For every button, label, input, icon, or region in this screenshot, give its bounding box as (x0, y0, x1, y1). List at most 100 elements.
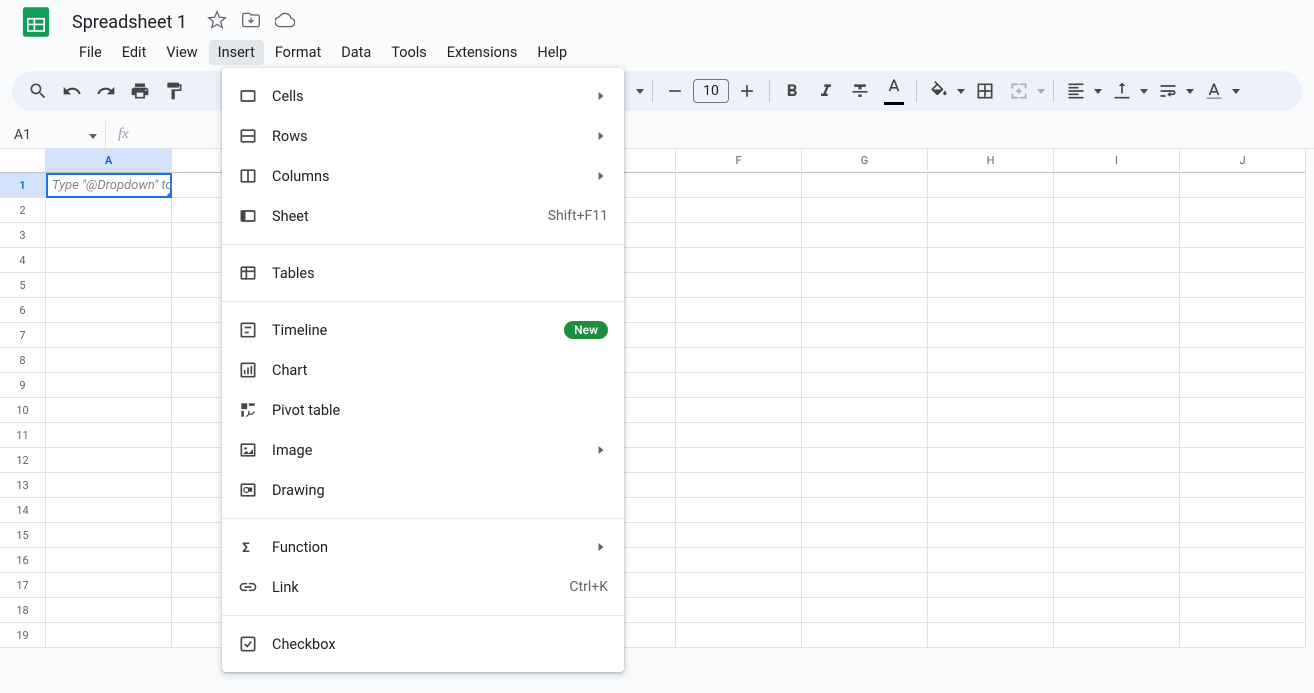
col-header-H[interactable]: H (928, 149, 1054, 173)
cell-I3[interactable] (1054, 223, 1180, 248)
insert-menu-drawing[interactable]: Drawing (222, 470, 624, 510)
italic-button[interactable] (810, 75, 842, 107)
cell-J2[interactable] (1180, 198, 1306, 223)
cell-I8[interactable] (1054, 348, 1180, 373)
cell-I16[interactable] (1054, 548, 1180, 573)
cell-I15[interactable] (1054, 523, 1180, 548)
cell-I7[interactable] (1054, 323, 1180, 348)
font-dropdown-arrow-icon[interactable] (634, 89, 646, 94)
cell-A3[interactable] (46, 223, 172, 248)
cell-A16[interactable] (46, 548, 172, 573)
cell-I11[interactable] (1054, 423, 1180, 448)
cell-G19[interactable] (802, 623, 928, 648)
cell-J1[interactable] (1180, 173, 1306, 198)
cell-G13[interactable] (802, 473, 928, 498)
cell-A17[interactable] (46, 573, 172, 598)
cell-F10[interactable] (676, 398, 802, 423)
insert-menu-tables[interactable]: Tables (222, 253, 624, 293)
cell-F1[interactable] (676, 173, 802, 198)
cell-J4[interactable] (1180, 248, 1306, 273)
cell-A11[interactable] (46, 423, 172, 448)
insert-menu-columns[interactable]: Columns (222, 156, 624, 196)
menu-data[interactable]: Data (332, 40, 380, 65)
menu-view[interactable]: View (157, 40, 206, 65)
cell-H6[interactable] (928, 298, 1054, 323)
cell-H14[interactable] (928, 498, 1054, 523)
text-wrap-button[interactable] (1152, 75, 1196, 107)
cell-J13[interactable] (1180, 473, 1306, 498)
cell-H12[interactable] (928, 448, 1054, 473)
cell-J5[interactable] (1180, 273, 1306, 298)
cell-A18[interactable] (46, 598, 172, 623)
cell-F8[interactable] (676, 348, 802, 373)
row-header-19[interactable]: 19 (0, 623, 46, 648)
cell-A15[interactable] (46, 523, 172, 548)
row-header-7[interactable]: 7 (0, 323, 46, 348)
cell-J19[interactable] (1180, 623, 1306, 648)
cell-H19[interactable] (928, 623, 1054, 648)
sheets-logo[interactable] (16, 2, 56, 42)
row-header-3[interactable]: 3 (0, 223, 46, 248)
row-header-17[interactable]: 17 (0, 573, 46, 598)
menu-file[interactable]: File (70, 40, 111, 65)
cell-F5[interactable] (676, 273, 802, 298)
cell-H17[interactable] (928, 573, 1054, 598)
row-header-12[interactable]: 12 (0, 448, 46, 473)
cell-F4[interactable] (676, 248, 802, 273)
cell-A2[interactable] (46, 198, 172, 223)
cell-G18[interactable] (802, 598, 928, 623)
decrease-font-size-button[interactable] (659, 75, 691, 107)
cell-J14[interactable] (1180, 498, 1306, 523)
insert-menu-link[interactable]: LinkCtrl+K (222, 567, 624, 607)
cell-J17[interactable] (1180, 573, 1306, 598)
insert-menu-sheet[interactable]: SheetShift+F11 (222, 196, 624, 236)
select-all-corner[interactable] (0, 149, 46, 173)
cell-J11[interactable] (1180, 423, 1306, 448)
cell-G4[interactable] (802, 248, 928, 273)
cell-G17[interactable] (802, 573, 928, 598)
cell-F15[interactable] (676, 523, 802, 548)
cell-F6[interactable] (676, 298, 802, 323)
text-color-button[interactable] (878, 75, 910, 107)
cell-I19[interactable] (1054, 623, 1180, 648)
cell-F2[interactable] (676, 198, 802, 223)
cell-H4[interactable] (928, 248, 1054, 273)
row-header-10[interactable]: 10 (0, 398, 46, 423)
paint-format-button[interactable] (158, 75, 190, 107)
col-header-G[interactable]: G (802, 149, 928, 173)
cell-A12[interactable] (46, 448, 172, 473)
cell-I4[interactable] (1054, 248, 1180, 273)
cell-G6[interactable] (802, 298, 928, 323)
strikethrough-button[interactable] (844, 75, 876, 107)
cell-G7[interactable] (802, 323, 928, 348)
row-header-13[interactable]: 13 (0, 473, 46, 498)
font-size-input[interactable]: 10 (693, 79, 729, 103)
cell-G1[interactable] (802, 173, 928, 198)
cell-F12[interactable] (676, 448, 802, 473)
cell-J6[interactable] (1180, 298, 1306, 323)
menu-insert[interactable]: Insert (209, 40, 264, 65)
cell-H3[interactable] (928, 223, 1054, 248)
cell-G11[interactable] (802, 423, 928, 448)
cell-I17[interactable] (1054, 573, 1180, 598)
cell-H2[interactable] (928, 198, 1054, 223)
cell-J3[interactable] (1180, 223, 1306, 248)
cell-J16[interactable] (1180, 548, 1306, 573)
row-header-11[interactable]: 11 (0, 423, 46, 448)
cell-F13[interactable] (676, 473, 802, 498)
cell-H13[interactable] (928, 473, 1054, 498)
row-header-15[interactable]: 15 (0, 523, 46, 548)
cell-H9[interactable] (928, 373, 1054, 398)
col-header-J[interactable]: J (1180, 149, 1306, 173)
cell-I12[interactable] (1054, 448, 1180, 473)
col-header-A[interactable]: A (46, 149, 172, 173)
cloud-status-icon[interactable] (275, 10, 295, 34)
cell-I1[interactable] (1054, 173, 1180, 198)
cell-J12[interactable] (1180, 448, 1306, 473)
cell-I13[interactable] (1054, 473, 1180, 498)
cell-A19[interactable] (46, 623, 172, 648)
row-header-8[interactable]: 8 (0, 348, 46, 373)
merge-cells-button[interactable] (1003, 75, 1047, 107)
menu-extensions[interactable]: Extensions (438, 40, 527, 65)
row-header-4[interactable]: 4 (0, 248, 46, 273)
